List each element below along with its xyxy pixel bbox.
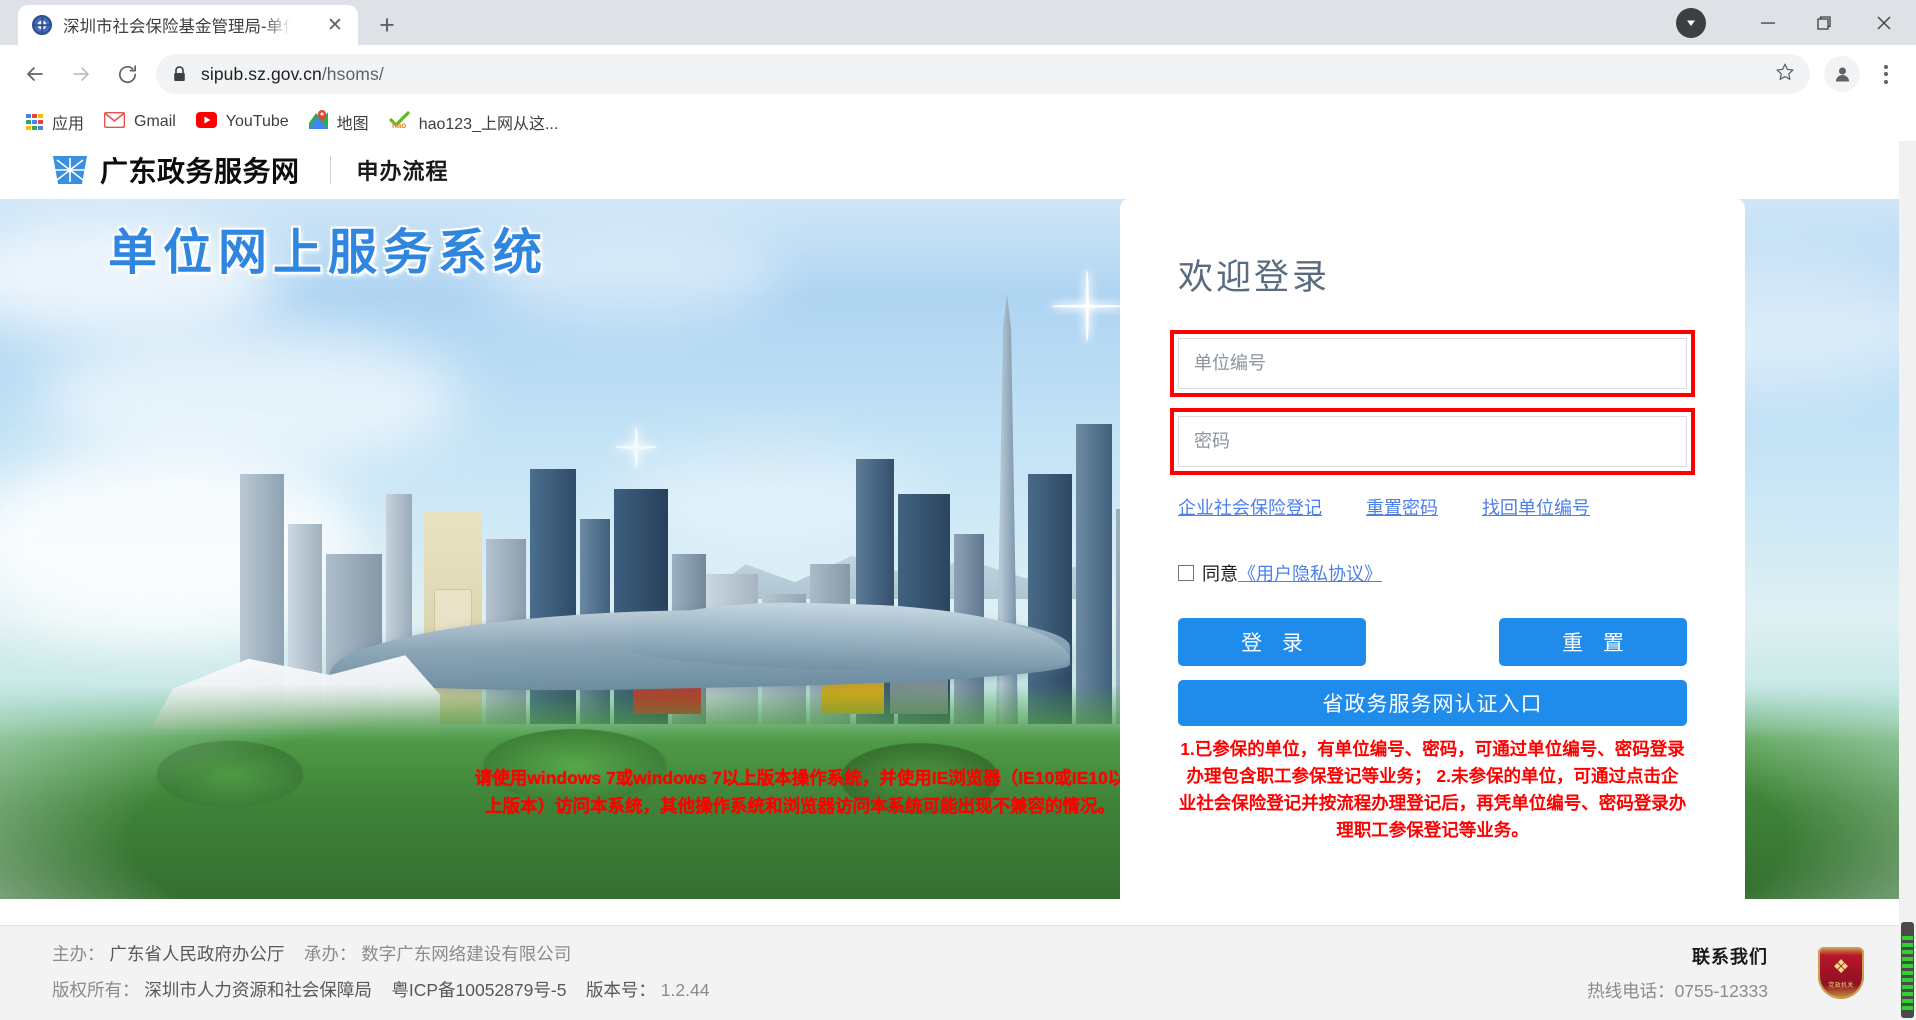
window-controls <box>1676 0 1916 45</box>
tab-title: 深圳市社会保险基金管理局-单位 <box>63 18 291 36</box>
bookmark-label: 应用 <box>52 116 85 133</box>
footer-host-label: 主办： <box>52 944 105 965</box>
globe-icon <box>32 15 52 35</box>
banner-title: 单位网上服务系统 <box>108 226 549 280</box>
download-badge-icon[interactable] <box>1676 7 1706 38</box>
address-bar[interactable]: sipub.sz.gov.cn/hsoms/ <box>156 54 1810 94</box>
footer-copyright-label: 版权所有： <box>52 980 140 1000</box>
hao123-icon: hao <box>389 110 410 134</box>
agree-label: 同意 <box>1202 564 1238 584</box>
minimize-button[interactable] <box>1740 0 1796 45</box>
maps-icon <box>308 110 328 134</box>
footer-version-label: 版本号： <box>585 980 656 1000</box>
reset-button[interactable]: 重 置 <box>1499 618 1687 666</box>
password-field-wrap <box>1170 408 1695 475</box>
url-path: /hsoms/ <box>321 63 384 84</box>
footer-operator-value: 数字广东网络建设有限公司 <box>361 944 572 965</box>
footer-line-2: 版权所有： 深圳市人力资源和社会保障局 粤ICP备10052879号-5 版本号… <box>52 973 709 1009</box>
unit-number-field-wrap <box>1170 330 1695 397</box>
page-scrollbar[interactable] <box>1899 141 1916 1020</box>
browser-tab[interactable]: 深圳市社会保险基金管理局-单位 ✕ <box>18 5 358 45</box>
link-find-unit-number[interactable]: 找回单位编号 <box>1482 494 1590 520</box>
footer-host-value: 广东省人民政府办公厅 <box>109 944 285 965</box>
contact-us-link[interactable]: 联系我们 <box>1587 943 1768 969</box>
province-auth-entry-button[interactable]: 省政务服务网认证入口 <box>1178 680 1687 726</box>
youtube-icon <box>195 111 217 133</box>
agree-checkbox[interactable] <box>1178 565 1194 581</box>
bookmark-youtube[interactable]: YouTube <box>186 107 299 137</box>
header-divider <box>329 155 331 184</box>
browser-titlebar: 深圳市社会保险基金管理局-单位 ✕ + <box>0 0 1916 45</box>
login-button-row: 登 录 重 置 <box>1178 618 1687 666</box>
privacy-agreement-row: 同意 《用户隐私协议》 <box>1178 560 1687 586</box>
footer-icp[interactable]: 粤ICP备10052879号-5 <box>391 980 566 1000</box>
hotline-text: 热线电话：0755-12333 <box>1587 981 1768 1001</box>
login-links: 企业社会保险登记 重置密码 找回单位编号 <box>1178 494 1687 520</box>
shield-emblem: ❖ <box>1832 956 1850 978</box>
new-tab-button[interactable]: + <box>370 8 404 42</box>
bookmark-label: hao123_上网从这... <box>418 116 559 133</box>
hero-banner: 单位网上服务系统 请使用windows 7或windows 7以上版本操作系统，… <box>0 199 1916 899</box>
footer-version-value: 1.2.44 <box>660 980 710 1000</box>
footer-left: 主办： 广东省人民政府办公厅 承办： 数字广东网络建设有限公司 版权所有： 深圳… <box>52 937 709 1009</box>
bookmark-label: 地图 <box>336 116 369 133</box>
password-input[interactable] <box>1178 416 1687 467</box>
window-close-button[interactable] <box>1852 0 1916 45</box>
sparkle-icon <box>1052 271 1122 341</box>
bookmark-gmail[interactable]: Gmail <box>94 107 186 137</box>
browser-menu-icon[interactable] <box>1868 54 1904 94</box>
lock-icon <box>172 65 187 83</box>
bookmark-apps[interactable]: 应用 <box>16 107 94 137</box>
maximize-button[interactable] <box>1796 0 1852 45</box>
login-notice: 1.已参保的单位，有单位编号、密码，可通过单位编号、密码登录办理包含职工参保登记… <box>1178 739 1687 841</box>
header-subtitle[interactable]: 申办流程 <box>357 154 449 186</box>
scrollbar-thumb[interactable] <box>1901 922 1914 1018</box>
login-heading: 欢迎登录 <box>1178 258 1331 297</box>
back-icon[interactable] <box>12 51 58 97</box>
login-panel: 欢迎登录 企业社会保险登记 重置密码 找回单位编号 <box>1120 199 1745 899</box>
browser-window: 深圳市社会保险基金管理局-单位 ✕ + sipub.sz.gov.cn/hsom… <box>0 0 1916 1020</box>
footer-copyright-value: 深圳市人力资源和社会保障局 <box>144 980 372 1000</box>
footer-line-1: 主办： 广东省人民政府办公厅 承办： 数字广东网络建设有限公司 <box>52 937 709 973</box>
site-title: 广东政务服务网 <box>100 155 300 187</box>
guangdong-star-logo-icon <box>52 154 88 186</box>
footer-right: 联系我们 热线电话：0755-12333 ❖ 党政机关 <box>1587 943 1864 1003</box>
apps-grid-icon <box>26 113 43 131</box>
url-domain: sipub.sz.gov.cn <box>201 63 322 84</box>
reload-icon[interactable] <box>104 51 150 97</box>
privacy-policy-link[interactable]: 《用户隐私协议》 <box>1238 560 1382 586</box>
url-text: sipub.sz.gov.cn/hsoms/ <box>201 64 384 85</box>
svg-text:hao: hao <box>392 121 406 129</box>
bookmark-label: Gmail <box>134 113 176 130</box>
bookmark-star-icon[interactable] <box>1774 61 1796 88</box>
shield-badge-text: 党政机关 <box>1828 982 1854 989</box>
page-content: 广东政务服务网 申办流程 单位网上服务系统 请使用windows 7或windo… <box>0 141 1916 1020</box>
bookmark-maps[interactable]: 地图 <box>299 107 379 137</box>
browser-compatibility-warning: 请使用windows 7或windows 7以上版本操作系统，并使用IE浏览器（… <box>474 768 1126 817</box>
browser-toolbar: sipub.sz.gov.cn/hsoms/ <box>0 45 1916 103</box>
footer-operator-label: 承办： <box>303 944 357 965</box>
link-enterprise-registration[interactable]: 企业社会保险登记 <box>1178 494 1322 520</box>
bookmark-label: YouTube <box>225 113 289 130</box>
unit-number-input[interactable] <box>1178 338 1687 389</box>
profile-avatar[interactable] <box>1824 56 1860 92</box>
police-shield-badge-icon[interactable]: ❖ 党政机关 <box>1818 947 1864 999</box>
login-button[interactable]: 登 录 <box>1178 618 1366 666</box>
site-header: 广东政务服务网 申办流程 <box>0 141 1916 199</box>
gmail-icon <box>103 111 126 133</box>
forward-icon[interactable] <box>58 51 104 97</box>
bookmark-hao123[interactable]: hao hao123_上网从这... <box>379 107 569 137</box>
bookmarks-bar: 应用 Gmail YouTube 地图 hao hao123_上网从这... <box>0 103 1916 141</box>
link-reset-password[interactable]: 重置密码 <box>1366 494 1438 520</box>
close-icon[interactable]: ✕ <box>324 14 346 36</box>
site-footer: 主办： 广东省人民政府办公厅 承办： 数字广东网络建设有限公司 版权所有： 深圳… <box>0 925 1916 1020</box>
